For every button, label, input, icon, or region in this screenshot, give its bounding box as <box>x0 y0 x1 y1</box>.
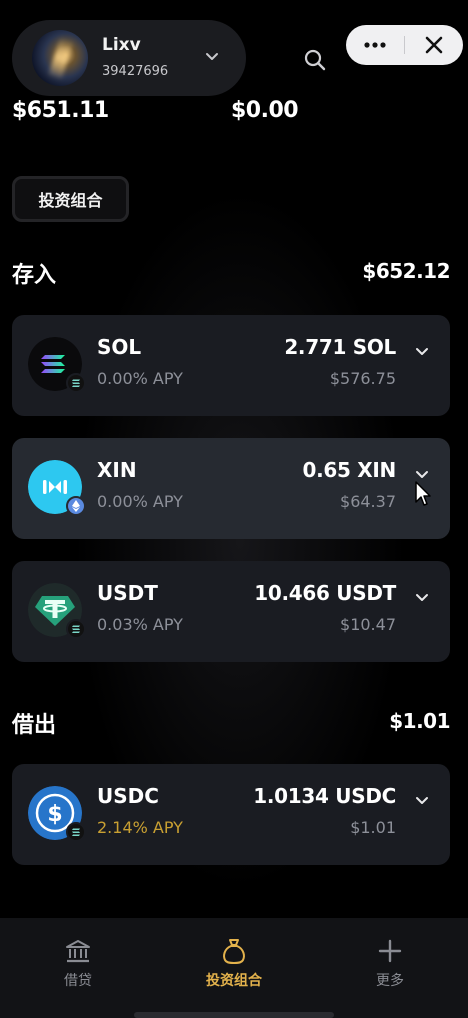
balance-secondary: $0.00 <box>231 98 299 123</box>
chevron-down-icon[interactable] <box>414 792 430 808</box>
nav-item-lending[interactable]: 借贷 <box>0 918 156 998</box>
asset-card-xin[interactable]: XIN 0.00% APY 0.65 XIN $64.37 <box>12 438 450 539</box>
asset-amount: 2.771 SOL <box>284 335 396 359</box>
asset-amount: 10.466 USDT <box>254 581 396 605</box>
asset-symbol: USDT <box>97 581 158 605</box>
deposits-total: $652.12 <box>362 259 450 283</box>
asset-apy: 0.00% APY <box>97 369 183 388</box>
bag-icon <box>223 939 245 964</box>
nav-label: 借贷 <box>64 973 92 989</box>
portfolio-tab[interactable]: 投资组合 <box>12 176 129 222</box>
borrows-title: 借出 <box>12 713 57 738</box>
chevron-down-icon[interactable] <box>414 343 430 359</box>
ethereum-chain-icon <box>66 496 86 516</box>
asset-usd-value: $576.75 <box>329 369 396 388</box>
close-icon <box>425 36 443 54</box>
account-name: Lixv <box>102 35 141 55</box>
account-switcher[interactable]: Lixv 39427696 <box>12 20 246 96</box>
chevron-down-icon[interactable] <box>414 589 430 605</box>
mini-app-menu <box>346 25 463 65</box>
bank-icon <box>66 940 90 963</box>
nav-item-more[interactable]: 更多 <box>312 918 468 998</box>
home-indicator <box>134 1012 334 1018</box>
svg-text:$: $ <box>47 802 62 827</box>
nav-label: 投资组合 <box>206 973 262 989</box>
mouse-cursor-icon <box>415 481 431 506</box>
more-button[interactable] <box>346 25 404 65</box>
asset-symbol: XIN <box>97 458 137 482</box>
asset-card-sol[interactable]: SOL 0.00% APY 2.771 SOL $576.75 <box>12 315 450 416</box>
deposits-title: 存入 <box>12 263 57 288</box>
nav-label: 更多 <box>376 973 404 989</box>
more-icon <box>364 42 386 48</box>
asset-usd-value: $64.37 <box>340 492 396 511</box>
search-icon[interactable] <box>300 45 330 75</box>
chevron-down-icon <box>206 53 218 60</box>
asset-card-usdt[interactable]: USDT 0.03% APY 10.466 USDT $10.47 <box>12 561 450 662</box>
asset-card-usdc[interactable]: $ USDC 2.14% APY 1.0134 USDC $1.01 <box>12 764 450 865</box>
asset-symbol: USDC <box>97 784 159 808</box>
account-id: 39427696 <box>102 64 169 79</box>
asset-amount: 1.0134 USDC <box>253 784 396 808</box>
asset-usd-value: $1.01 <box>350 818 396 837</box>
asset-apy: 0.00% APY <box>97 492 183 511</box>
bottom-nav: 借贷 投资组合 更多 <box>0 918 468 1018</box>
balance-primary: $651.11 <box>12 98 109 123</box>
asset-apy: 2.14% APY <box>97 818 183 837</box>
solana-chain-icon <box>66 619 86 639</box>
plus-icon <box>378 939 402 963</box>
asset-amount: 0.65 XIN <box>302 458 396 482</box>
solana-chain-icon <box>66 373 86 393</box>
avatar <box>32 30 88 86</box>
asset-apy: 0.03% APY <box>97 615 183 634</box>
asset-usd-value: $10.47 <box>340 615 396 634</box>
solana-chain-icon <box>66 822 86 842</box>
asset-symbol: SOL <box>97 335 142 359</box>
borrows-total: $1.01 <box>389 709 450 733</box>
close-button[interactable] <box>405 25 463 65</box>
nav-item-portfolio[interactable]: 投资组合 <box>156 918 312 998</box>
